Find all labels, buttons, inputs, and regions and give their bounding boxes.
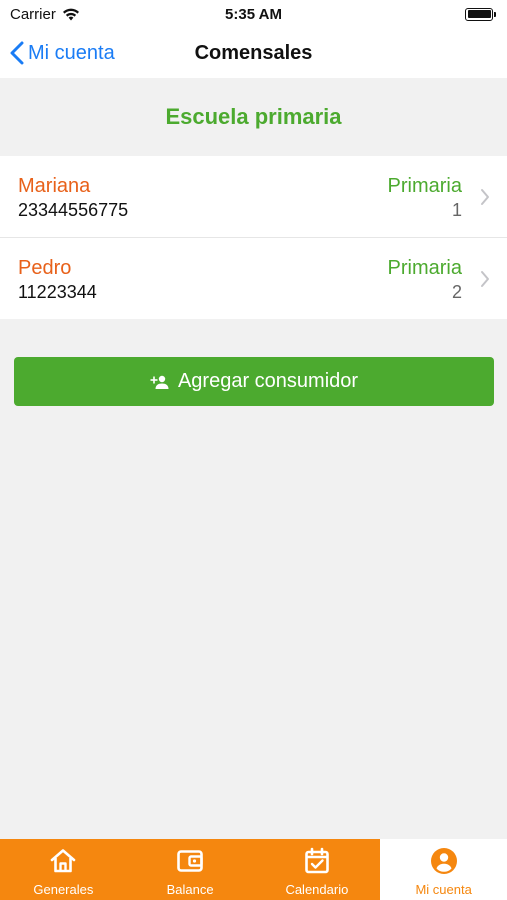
consumer-row-pedro[interactable]: Pedro 11223344 Primaria 2 — [0, 238, 507, 319]
add-consumer-label: Agregar consumidor — [177, 370, 359, 392]
chevron-right-icon — [481, 271, 489, 287]
section-header: Escuela primaria — [165, 104, 342, 129]
status-left: Carrier — [10, 6, 80, 23]
wallet-icon — [177, 850, 203, 872]
carrier-label: Carrier — [10, 5, 56, 23]
consumer-list: Mariana 23344556775 Primaria 1 Pedro 112… — [0, 156, 507, 319]
consumer-level: Primaria — [387, 257, 462, 279]
tab-label: Generales — [33, 882, 94, 897]
tab-label: Balance — [166, 882, 214, 897]
battery-icon — [465, 7, 496, 21]
tab-label: Calendario — [285, 882, 349, 897]
add-consumer-button[interactable]: Agregar consumidor — [14, 357, 494, 406]
home-icon — [51, 849, 76, 873]
tab-balance[interactable]: Balance — [126, 839, 254, 900]
navigation-bar: Mi cuenta Comensales — [0, 28, 507, 78]
add-person-icon — [150, 375, 169, 389]
status-bar: Carrier 5:35 AM — [0, 0, 507, 28]
tab-bar: Generales Balance Calendario Mi cuenta — [0, 839, 507, 900]
account-circle-icon — [430, 848, 457, 874]
consumer-name: Pedro — [18, 257, 72, 279]
consumer-grade: 1 — [451, 200, 462, 220]
wifi-icon — [62, 8, 79, 21]
back-button-label: Mi cuenta — [28, 41, 115, 64]
consumer-grade: 2 — [451, 282, 462, 302]
chevron-right-icon — [481, 189, 489, 205]
calendar-check-icon — [305, 847, 329, 874]
consumer-id: 23344556775 — [18, 200, 129, 220]
consumer-level: Primaria — [387, 175, 462, 197]
tab-mi-cuenta[interactable]: Mi cuenta — [380, 839, 507, 900]
consumer-id: 11223344 — [18, 282, 97, 302]
back-button[interactable]: Mi cuenta — [10, 38, 115, 68]
tab-calendario[interactable]: Calendario — [253, 839, 381, 900]
consumer-name: Mariana — [18, 175, 91, 197]
chevron-left-icon — [10, 41, 24, 65]
tab-label: Mi cuenta — [415, 882, 472, 897]
tab-generales[interactable]: Generales — [0, 839, 127, 900]
consumer-row-mariana[interactable]: Mariana 23344556775 Primaria 1 — [0, 156, 507, 238]
